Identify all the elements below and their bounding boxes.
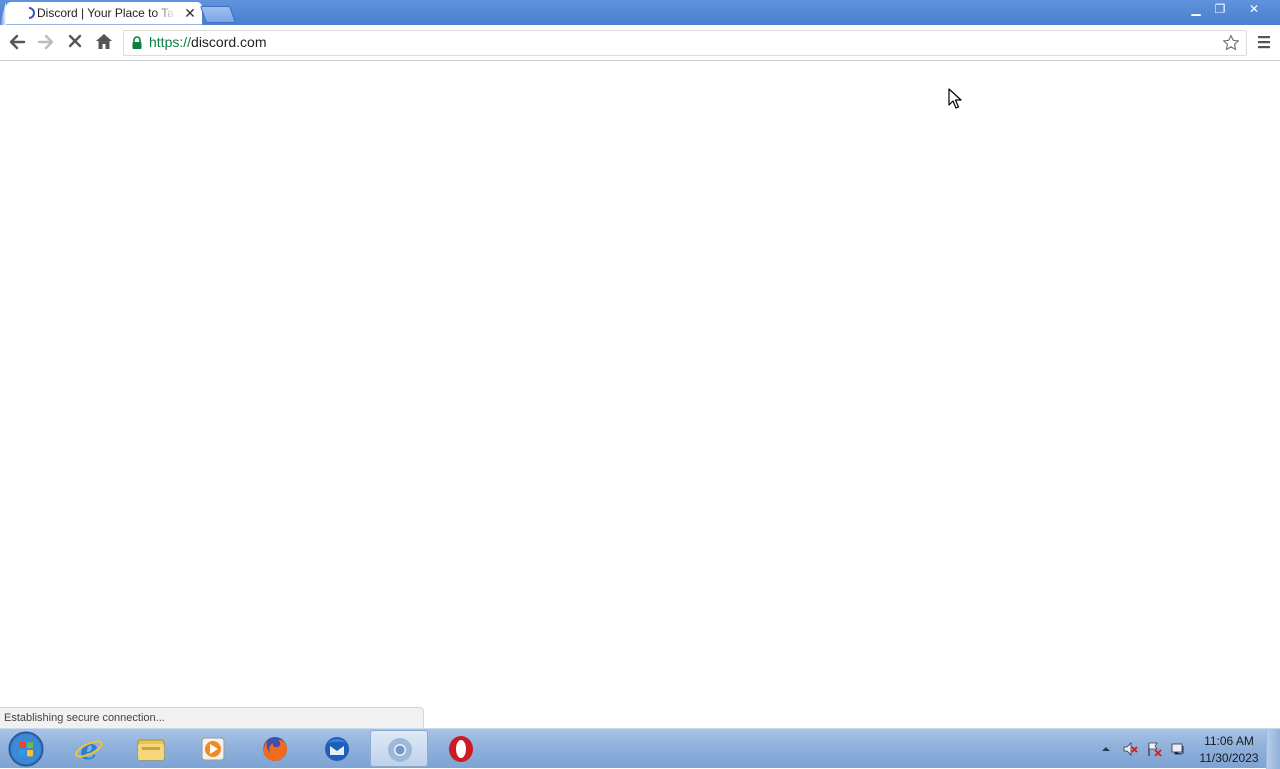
taskbar: e 11:06 AM 11/30/2023 <box>0 728 1280 769</box>
thunderbird-icon <box>325 737 349 761</box>
chrome-icon <box>388 738 412 762</box>
stop-loading-icon[interactable] <box>63 31 87 53</box>
internet-explorer-icon: e <box>75 734 103 764</box>
home-icon[interactable] <box>92 31 116 53</box>
tab-close-button[interactable]: ✕ <box>182 4 198 22</box>
browser-window: Discord | Your Place to Talk and Hang Ou… <box>0 0 1280 728</box>
folder-icon <box>137 739 165 761</box>
tab-strip: Discord | Your Place to Talk and Hang Ou… <box>0 0 1280 25</box>
minimize-button[interactable]: ▁ <box>1184 0 1208 18</box>
hamburger-menu-icon[interactable] <box>1254 32 1274 52</box>
mouse-cursor-icon <box>948 88 962 109</box>
page-content <box>0 61 1280 707</box>
url-scheme: https:// <box>149 34 192 50</box>
taskbar-file-explorer[interactable] <box>122 730 180 767</box>
taskbar-media-player[interactable] <box>184 730 242 767</box>
tab-discord[interactable]: Discord | Your Place to Talk and Hang Ou… <box>6 2 202 25</box>
back-arrow-icon[interactable] <box>5 31 29 53</box>
clock-date[interactable]: 11/30/2023 <box>1196 751 1262 765</box>
opera-icon <box>449 736 473 762</box>
taskbar-thunderbird[interactable] <box>308 730 366 767</box>
url-host: discord.com <box>191 34 267 50</box>
network-icon[interactable] <box>1170 741 1186 757</box>
restore-button[interactable]: ❐ <box>1208 0 1232 18</box>
lock-icon <box>132 36 142 49</box>
firefox-icon <box>263 736 287 761</box>
url-text[interactable]: https://discord.com <box>149 34 267 50</box>
windows-start-icon[interactable] <box>6 730 46 768</box>
taskbar-firefox[interactable] <box>246 730 304 767</box>
bookmark-star-icon[interactable] <box>1222 34 1240 52</box>
show-hidden-icons-icon[interactable] <box>1098 741 1114 757</box>
status-bubble: Establishing secure connection... <box>0 707 424 728</box>
taskbar-opera[interactable] <box>432 730 490 767</box>
close-window-button[interactable]: ✕ <box>1234 0 1274 18</box>
taskbar-chrome[interactable] <box>370 730 428 767</box>
loading-spinner-icon <box>28 7 35 19</box>
new-tab-button[interactable] <box>199 6 237 23</box>
media-player-icon <box>201 737 225 761</box>
clock-time[interactable]: 11:06 AM <box>1196 734 1262 748</box>
show-desktop-button[interactable] <box>1266 729 1280 769</box>
address-bar[interactable]: https://discord.com <box>123 30 1247 56</box>
svg-text:e: e <box>80 734 98 764</box>
taskbar-internet-explorer[interactable]: e <box>60 730 118 767</box>
tab-title: Discord | Your Place to Talk and Hang Ou… <box>37 6 175 20</box>
volume-muted-icon[interactable] <box>1122 741 1138 757</box>
browser-toolbar: https://discord.com <box>0 25 1280 61</box>
forward-arrow-icon[interactable] <box>34 31 58 53</box>
action-center-flag-icon[interactable] <box>1146 741 1162 757</box>
